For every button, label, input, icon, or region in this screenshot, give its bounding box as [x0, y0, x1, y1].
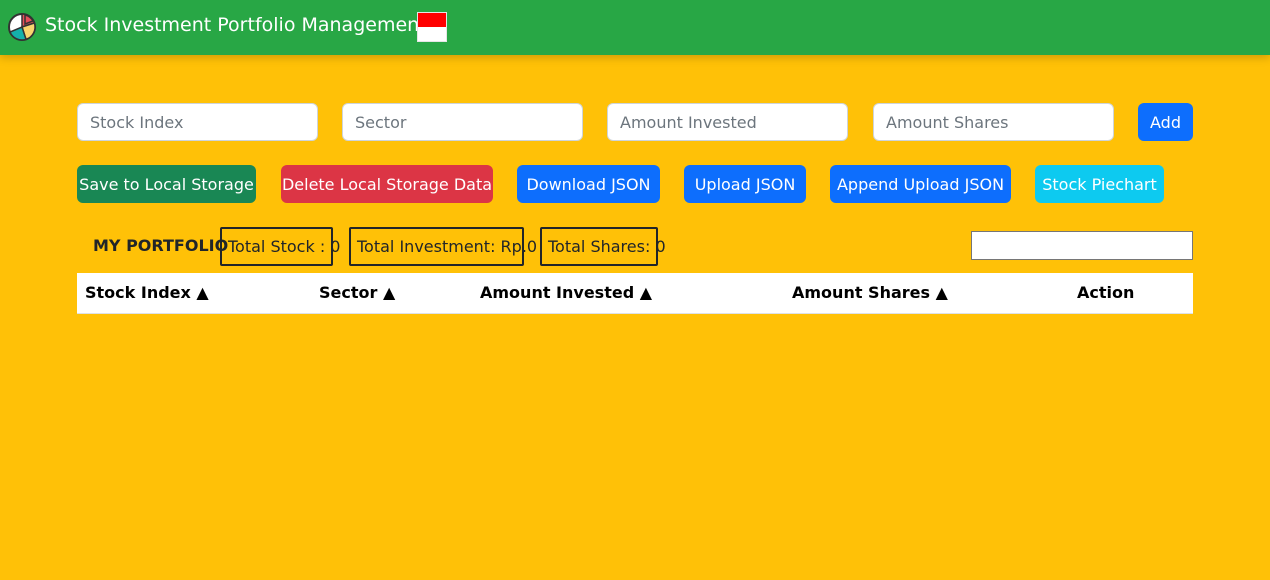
- flag-white-stripe: [418, 27, 446, 41]
- app-title: Stock Investment Portfolio Management: [45, 14, 427, 36]
- navbar: Stock Investment Portfolio Management: [0, 0, 1270, 55]
- add-button[interactable]: Add: [1138, 103, 1193, 141]
- column-stock-index[interactable]: Stock Index ▲: [85, 273, 209, 313]
- delete-local-storage-button[interactable]: Delete Local Storage Data: [281, 165, 493, 203]
- total-investment-badge: Total Investment: Rp.0: [349, 227, 537, 266]
- total-stock-badge: Total Stock : 0: [220, 227, 340, 266]
- column-sector[interactable]: Sector ▲: [319, 273, 395, 313]
- column-amount-shares[interactable]: Amount Shares ▲: [792, 273, 948, 313]
- sector-input[interactable]: [342, 103, 583, 141]
- stock-piechart-button[interactable]: Stock Piechart: [1035, 165, 1164, 203]
- portfolio-label: MY PORTFOLIO: [93, 236, 229, 255]
- upload-json-button[interactable]: Upload JSON: [684, 165, 806, 203]
- append-upload-json-button[interactable]: Append Upload JSON: [830, 165, 1011, 203]
- portfolio-table-header: Stock Index ▲ Sector ▲ Amount Invested ▲…: [77, 273, 1193, 314]
- amount-invested-input[interactable]: [607, 103, 848, 141]
- portfolio-search-input[interactable]: [971, 231, 1193, 260]
- total-shares-badge: Total Shares: 0: [540, 227, 666, 266]
- stock-index-input[interactable]: [77, 103, 318, 141]
- indonesia-flag-icon: [417, 12, 447, 42]
- save-local-storage-button[interactable]: Save to Local Storage: [77, 165, 256, 203]
- flag-red-stripe: [418, 13, 446, 27]
- column-amount-invested[interactable]: Amount Invested ▲: [480, 273, 652, 313]
- amount-shares-input[interactable]: [873, 103, 1114, 141]
- column-action: Action: [1077, 283, 1135, 302]
- download-json-button[interactable]: Download JSON: [517, 165, 660, 203]
- pie-chart-icon: [8, 13, 36, 41]
